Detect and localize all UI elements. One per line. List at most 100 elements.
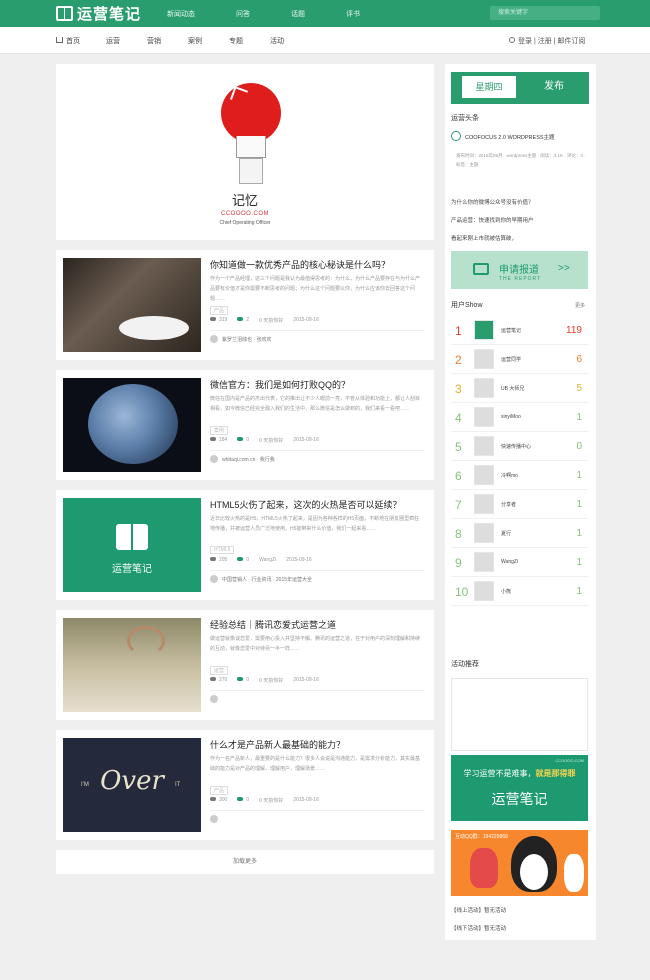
post-tag[interactable]: 运营 [210, 666, 229, 675]
rank-user-name[interactable]: UB 大师兄 [501, 385, 524, 392]
post-title[interactable]: HTML5火伤了起来，这次的火热是否可以延续？ [210, 498, 425, 511]
post-comments[interactable]: 0 [237, 797, 249, 804]
post-tag[interactable]: 产品 [210, 786, 229, 795]
avatar[interactable] [474, 407, 494, 427]
nav-item-operations[interactable]: 运营 [106, 36, 120, 46]
rank-user-name[interactable]: 快速传播中心 [501, 443, 531, 450]
avatar[interactable] [474, 349, 494, 369]
ranking-row[interactable]: 10 小熊 1 [451, 577, 588, 606]
post-title[interactable]: 微信官方：我们是如何打败QQ的？ [210, 378, 425, 391]
post-thumbnail[interactable] [63, 378, 201, 472]
post-card[interactable]: 运营笔记 HTML5火伤了起来，这次的火热是否可以延续？ 近日比较火热的是H5，… [56, 490, 434, 600]
rank-user-name[interactable]: 运营同学 [501, 356, 521, 363]
rank-number: 7 [455, 498, 462, 512]
sidebar-link[interactable]: 产品运营：快速找到你的早期用户 [451, 216, 534, 224]
post-thumbnail[interactable]: 运营笔记 [63, 498, 201, 592]
ranking-row[interactable]: 5 快速传播中心 0 [451, 432, 588, 461]
avatar[interactable] [474, 494, 494, 514]
ad-banner-brand[interactable]: CCOOOO.COM 学习运营不是难事，就是那得罪 运营笔记 [451, 755, 588, 821]
avatar[interactable] [474, 436, 494, 456]
post-comments[interactable]: 2 [237, 317, 249, 324]
post-card[interactable]: 微信官方：我们是如何打败QQ的？ 微信在国内是产品的杰出代表，它的推出让不少人眼… [56, 370, 434, 480]
report-banner[interactable]: 申请报道 THE REPORT >> [451, 251, 588, 289]
rank-number: 2 [455, 353, 462, 367]
ranking-row[interactable]: 6 冷啊mo 1 [451, 461, 588, 490]
ranking-row[interactable]: 3 UB 大师兄 5 [451, 374, 588, 403]
rank-user-name[interactable]: 小熊 [501, 588, 511, 595]
nav-item-cases[interactable]: 案例 [188, 36, 202, 46]
rank-score: 1 [576, 586, 582, 597]
rank-user-name[interactable]: 夏行 [501, 530, 511, 537]
avatar[interactable] [474, 465, 494, 485]
rank-user-name[interactable]: 运营笔记 [501, 327, 521, 334]
post-card[interactable]: 你知道做一款优秀产品的核心秘诀是什么吗？ 作为一个产品经理，这三个问题是我认为最… [56, 250, 434, 360]
post-author[interactable] [210, 690, 425, 703]
post-comments[interactable]: 0 [237, 677, 249, 684]
rank-user-name[interactable]: xinyiMoo [501, 414, 521, 420]
ad-domain: CCOOOO.COM [555, 758, 584, 763]
avatar[interactable] [474, 552, 494, 572]
tab-publish[interactable]: 发布 [527, 76, 581, 98]
post-tag[interactable]: 产品 [210, 306, 229, 315]
nav-item-events[interactable]: 活动 [270, 36, 284, 46]
rank-user-name[interactable]: 冷啊mo [501, 472, 518, 479]
post-comments[interactable]: 0 [237, 557, 249, 563]
post-thumbnail[interactable] [63, 618, 201, 712]
post-card[interactable]: I'M Over IT 什么才是产品新人最基础的能力？ 作为一名产品新人，最重要… [56, 730, 434, 840]
load-more-button[interactable]: 加载更多 [56, 850, 434, 874]
online-activity-link[interactable]: 【线上活动】暂无活动 [451, 906, 506, 914]
book-icon [116, 524, 148, 550]
top-nav-item[interactable]: 问答 [236, 9, 250, 19]
post-author[interactable]: 紫罗兰泪烛也 · 张欢欢 [210, 330, 425, 343]
lightbulb-illustration [221, 83, 281, 143]
sidebar-link[interactable]: 看起来刚上市就被估算破， [451, 234, 517, 242]
avatar[interactable] [474, 320, 494, 340]
ranking-row[interactable]: 2 运营同学 6 [451, 345, 588, 374]
logo-text: 运营笔记 [77, 6, 142, 23]
ad-banner-qq[interactable]: 互动QQ群：194229869 [451, 830, 588, 896]
user-links[interactable]: 登录 | 注册 | 邮件订阅 [509, 36, 585, 46]
nav-item-topics[interactable]: 专题 [229, 36, 243, 46]
headline-item[interactable]: COOFOCUS 2.0 WORDPRESS主题 [465, 133, 587, 141]
post-title[interactable]: 什么才是产品新人最基础的能力？ [210, 738, 425, 751]
post-title[interactable]: 经验总结｜腾讯恋爱式运营之道 [210, 618, 425, 631]
avatar [210, 575, 218, 583]
top-nav-item[interactable]: 评书 [346, 9, 360, 19]
ranking-row[interactable]: 9 WangZi 1 [451, 548, 588, 577]
avatar[interactable] [474, 378, 494, 398]
top-nav-item[interactable]: 新闻动态 [167, 9, 195, 19]
post-author[interactable]: 中国营销人 · 行业资讯 · 2015年运营大全 [210, 570, 425, 583]
nav-item-marketing[interactable]: 营销 [147, 36, 161, 46]
rank-number: 8 [455, 527, 462, 541]
post-tag[interactable]: HTML5 [210, 546, 235, 554]
post-thumbnail[interactable] [63, 258, 201, 352]
post-tag[interactable]: 案例 [210, 426, 229, 435]
post-card[interactable]: 经验总结｜腾讯恋爱式运营之道 做运营就像谈恋爱，需要用心投入并坚持不懈。腾讯的运… [56, 610, 434, 720]
post-author[interactable] [210, 810, 425, 823]
rank-user-name[interactable]: 分享者 [501, 501, 516, 508]
top-nav-item[interactable]: 话题 [291, 9, 305, 19]
ranking-row[interactable]: 7 分享者 1 [451, 490, 588, 519]
post-likes: 0 天前你好 [259, 438, 284, 444]
tab-weekday[interactable]: 星期四 [462, 76, 516, 98]
show-more-link[interactable]: 更多 [575, 302, 585, 309]
rank-user-name[interactable]: WangZi [501, 559, 518, 565]
ranking-row[interactable]: 8 夏行 1 [451, 519, 588, 548]
nav-home[interactable]: 首页 [56, 36, 80, 46]
eye-icon [210, 557, 216, 561]
headline-heading: 运营头条 [451, 115, 479, 122]
post-thumbnail[interactable]: I'M Over IT [63, 738, 201, 832]
avatar[interactable] [474, 523, 494, 543]
pulse-icon [473, 263, 489, 275]
sidebar-link[interactable]: 为什么你的微博公众号没有价值？ [451, 198, 534, 206]
ranking-row[interactable]: 4 xinyiMoo 1 [451, 403, 588, 432]
post-title[interactable]: 你知道做一款优秀产品的核心秘诀是什么吗？ [210, 258, 425, 271]
offline-activity-link[interactable]: 【线下活动】暂无活动 [451, 924, 506, 932]
post-comments[interactable]: 0 [237, 437, 249, 444]
ranking-row[interactable]: 1 运营笔记 119 [451, 316, 588, 345]
search-input[interactable]: 搜索关键字 [490, 6, 600, 20]
post-author[interactable]: whttaqi.com.cn · 我行我 [210, 450, 425, 463]
avatar[interactable] [474, 581, 494, 601]
book-icon [56, 6, 73, 21]
site-logo[interactable]: 运营笔记 [56, 4, 141, 23]
